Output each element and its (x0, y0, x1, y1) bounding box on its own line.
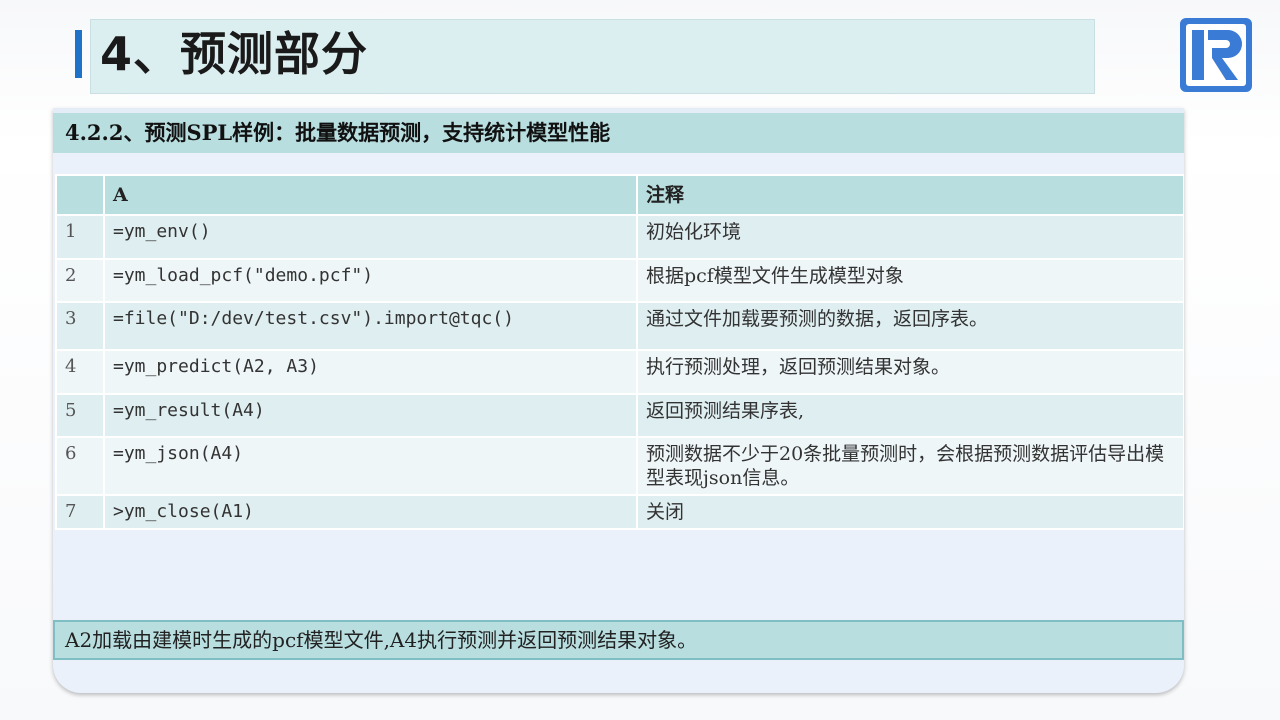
code-cell[interactable]: =ym_load_pcf("demo.pcf") (103, 258, 638, 303)
code-cell[interactable]: =ym_predict(A2, A3) (103, 349, 638, 395)
section-subtitle: 4.2.2、预测SPL样例：批量数据预测，支持统计模型性能 (65, 120, 611, 145)
table-row: 5 =ym_result(A4) 返回预测结果序表, (55, 393, 1184, 438)
note-cell: 预测数据不少于20条批量预测时，会根据预测数据评估导出模型表现json信息。 (636, 436, 1184, 496)
row-number: 5 (55, 393, 105, 438)
table-row: 6 =ym_json(A4) 预测数据不少于20条批量预测时，会根据预测数据评估… (55, 436, 1184, 496)
header-note: 注释 (636, 174, 1184, 216)
row-number: 3 (55, 301, 105, 351)
header-index (55, 174, 105, 216)
note-cell: 通过文件加载要预测的数据，返回序表。 (636, 301, 1184, 351)
note-cell: 关闭 (636, 494, 1184, 530)
note-cell: 根据pcf模型文件生成模型对象 (636, 258, 1184, 303)
r-logo-icon (1180, 18, 1252, 92)
subtitle-bar: 4.2.2、预测SPL样例：批量数据预测，支持统计模型性能 (53, 113, 1184, 153)
row-number: 6 (55, 436, 105, 496)
code-cell[interactable]: =ym_env() (103, 214, 638, 260)
code-cell[interactable]: >ym_close(A1) (103, 494, 638, 530)
code-cell[interactable]: =ym_json(A4) (103, 436, 638, 496)
table-row: 1 =ym_env() 初始化环境 (55, 214, 1184, 260)
spl-code-table: A 注释 1 =ym_env() 初始化环境 2 =ym_load_pcf("d… (55, 174, 1184, 530)
page-title: 4、预测部分 (100, 27, 369, 81)
table-row: 4 =ym_predict(A2, A3) 执行预测处理，返回预测结果对象。 (55, 349, 1184, 395)
row-number: 1 (55, 214, 105, 260)
header-column-a: A (103, 174, 638, 216)
table-row: 3 =file("D:/dev/test.csv").import@tqc() … (55, 301, 1184, 351)
table-header-row: A 注释 (55, 174, 1184, 216)
table-row: 7 >ym_close(A1) 关闭 (55, 494, 1184, 530)
code-cell[interactable]: =file("D:/dev/test.csv").import@tqc() (103, 301, 638, 351)
table-row: 2 =ym_load_pcf("demo.pcf") 根据pcf模型文件生成模型… (55, 258, 1184, 303)
row-number: 2 (55, 258, 105, 303)
row-number: 7 (55, 494, 105, 530)
content-card: 4.2.2、预测SPL样例：批量数据预测，支持统计模型性能 A 注释 1 =ym… (53, 108, 1184, 693)
row-number: 4 (55, 349, 105, 395)
note-cell: 返回预测结果序表, (636, 393, 1184, 438)
title-accent-bar (75, 30, 82, 78)
note-cell: 初始化环境 (636, 214, 1184, 260)
code-cell[interactable]: =ym_result(A4) (103, 393, 638, 438)
note-cell: 执行预测处理，返回预测结果对象。 (636, 349, 1184, 395)
footnote: A2加载由建模时生成的pcf模型文件,A4执行预测并返回预测结果对象。 (53, 620, 1184, 660)
